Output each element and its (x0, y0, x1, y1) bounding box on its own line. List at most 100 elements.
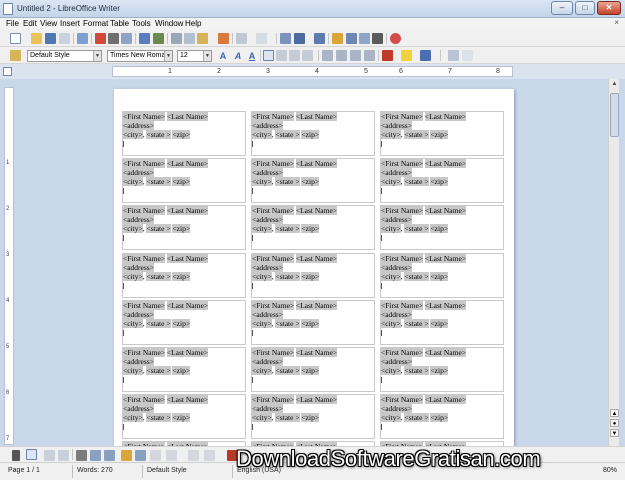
zip-field[interactable]: <zip> (301, 177, 320, 187)
address-label[interactable]: <First Name> <Last Name><address><city>,… (380, 299, 504, 345)
last-name-field[interactable]: <Last Name> (166, 300, 209, 310)
zip-field[interactable]: <zip> (430, 177, 449, 187)
zip-field[interactable]: <zip> (430, 130, 449, 139)
last-name-field[interactable]: <Last Name> (295, 348, 338, 357)
underline-icon[interactable]: A (246, 50, 258, 62)
last-name-field[interactable]: <Last Name> (166, 348, 209, 357)
state-field[interactable]: <state > (404, 318, 429, 328)
address-field[interactable]: <address> (381, 168, 412, 178)
first-name-field[interactable]: <First Name> (252, 159, 294, 169)
last-name-field[interactable]: <Last Name> (166, 159, 209, 169)
address-label[interactable]: <First Name> <Last Name><address><city>,… (251, 299, 375, 345)
address-field[interactable]: <address> (381, 309, 412, 319)
last-name-field[interactable]: <Last Name> (166, 206, 209, 216)
zip-field[interactable]: <zip> (172, 224, 191, 234)
state-field[interactable]: <state > (146, 413, 171, 423)
symbol-shapes-icon[interactable] (121, 450, 132, 461)
menu-window[interactable]: Window (155, 19, 183, 28)
text-icon[interactable] (76, 450, 87, 461)
address-label[interactable]: <First Name> <Last Name><address><city>,… (251, 158, 375, 204)
address-label[interactable]: <First Name> <Last Name><address><city>,… (251, 347, 375, 392)
align-center-icon[interactable] (276, 50, 287, 61)
zip-field[interactable]: <zip> (430, 413, 449, 423)
menu-edit[interactable]: Edit (23, 19, 37, 28)
address-label[interactable]: <First Name> <Last Name><address><city>,… (380, 111, 504, 156)
zip-field[interactable]: <zip> (172, 130, 191, 139)
document-page[interactable]: <First Name> <Last Name> <address> <city>,… (114, 89, 514, 446)
first-name-field[interactable]: <First Name> (252, 112, 294, 121)
address-field[interactable]: <address> (123, 215, 154, 225)
block-arrows-icon[interactable] (135, 450, 146, 461)
last-name-field[interactable]: <Last Name> (424, 395, 467, 405)
last-name-field[interactable]: <Last Name> (166, 253, 209, 263)
print-preview-icon[interactable] (121, 33, 132, 44)
city-field[interactable]: <city> (252, 271, 272, 281)
bold-icon[interactable]: A (217, 50, 229, 62)
tab-stop-icon[interactable] (3, 67, 12, 76)
page-style[interactable]: Default Style (147, 467, 187, 474)
italic-icon[interactable]: A (232, 50, 244, 62)
first-name-field[interactable]: <First Name> (381, 112, 423, 121)
document-area[interactable]: <First Name> <Last Name> <address> <city>,… (18, 79, 608, 446)
address-field[interactable]: <address> (252, 309, 283, 319)
state-field[interactable]: <state > (146, 318, 171, 328)
autospellcheck-icon[interactable] (153, 33, 164, 44)
state-field[interactable]: <state > (404, 130, 429, 139)
copy-icon[interactable] (184, 33, 195, 44)
edit-mode-icon[interactable] (77, 33, 88, 44)
address-label[interactable]: <First Name> <Last Name><address><city>,… (251, 205, 375, 251)
menu-table[interactable]: Table (110, 19, 129, 28)
paragraph-style-select[interactable]: Default Style ▼ (27, 50, 102, 62)
city-field[interactable]: <city> (123, 224, 143, 234)
address-field[interactable]: <address> (123, 404, 154, 414)
first-name-field[interactable]: <First Name> (123, 159, 165, 169)
city-field[interactable]: <city> (252, 130, 272, 139)
city-field[interactable]: <city> (123, 318, 143, 328)
last-name-field[interactable]: <Last Name> (424, 206, 467, 216)
increase-indent-icon[interactable] (364, 50, 375, 61)
vertical-scrollbar[interactable]: ▲ ▲ ● ▼ (608, 79, 619, 446)
city-field[interactable]: <city> (381, 224, 401, 234)
last-name-field[interactable]: <Last Name> (295, 395, 338, 405)
zip-field[interactable]: <zip> (301, 271, 320, 281)
address-field[interactable]: <address> (252, 168, 283, 178)
print-icon[interactable] (108, 33, 119, 44)
city-field[interactable]: <city> (381, 271, 401, 281)
city-field[interactable]: <city> (123, 366, 143, 375)
first-name-field[interactable]: <First Name> (252, 348, 294, 357)
last-name-field[interactable]: <Last Name> (295, 112, 338, 121)
state-field[interactable]: <state > (275, 177, 300, 187)
address-field[interactable]: <address> (381, 404, 412, 414)
align-right-icon[interactable] (289, 50, 300, 61)
state-field[interactable]: <state > (146, 224, 171, 234)
zip-field[interactable]: <zip> (301, 224, 320, 234)
open-icon[interactable] (31, 33, 42, 44)
address-label[interactable]: <First Name> <Last Name><address><city>,… (122, 347, 246, 392)
zip-field[interactable]: <zip> (430, 224, 449, 234)
address-field[interactable]: <address> (381, 262, 412, 272)
new-document-icon[interactable] (10, 33, 21, 44)
first-name-field[interactable]: <First Name> (252, 395, 294, 405)
stars-icon[interactable] (166, 450, 177, 461)
word-count[interactable]: Words: 270 (77, 467, 113, 474)
city-field[interactable]: <city> (123, 130, 143, 139)
address-field[interactable]: <address> (381, 357, 412, 366)
font-name-select[interactable]: Times New Roman ▼ (107, 50, 173, 62)
address-field[interactable]: <address> (123, 357, 154, 366)
zip-field[interactable]: <zip> (172, 271, 191, 281)
state-field[interactable]: <state > (404, 271, 429, 281)
first-name-field[interactable]: <First Name> (252, 253, 294, 263)
city-field[interactable]: <city> (123, 177, 143, 187)
address-label[interactable]: <First Name> <Last Name><address><city>,… (380, 394, 504, 440)
scroll-thumb[interactable] (610, 93, 619, 137)
state-field[interactable]: <state > (146, 130, 171, 139)
zip-field[interactable]: <zip> (301, 130, 320, 139)
zip-field[interactable]: <zip> (430, 366, 449, 375)
city-field[interactable]: <city> (381, 413, 401, 423)
address-field[interactable]: <address> (123, 121, 154, 130)
first-name-field[interactable]: <First Name> (123, 300, 165, 310)
last-name-field[interactable]: <Last Name> (424, 253, 467, 263)
zip-field[interactable]: <zip> (172, 177, 191, 187)
table-icon[interactable] (294, 33, 305, 44)
navigation-icon[interactable]: ● (610, 419, 619, 427)
